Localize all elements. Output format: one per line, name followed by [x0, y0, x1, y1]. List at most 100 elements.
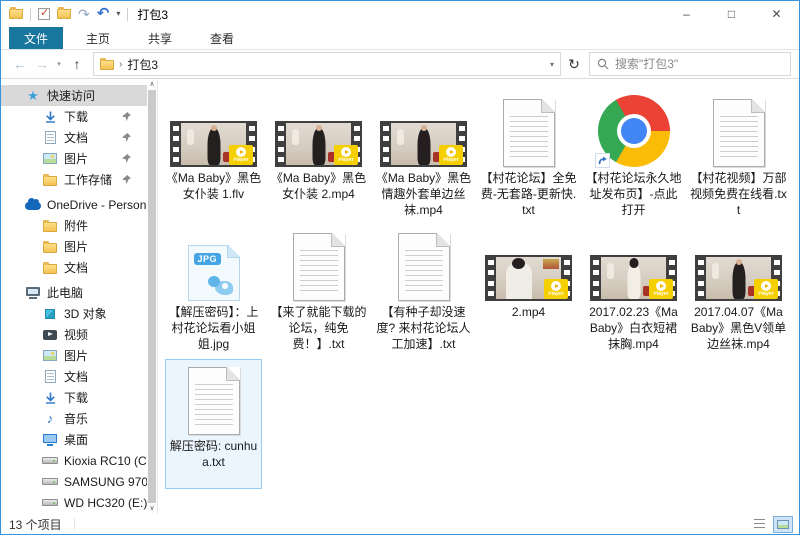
file-name: 2017.02.23《Ma Baby》白衣短裙抹胸.mp4: [585, 304, 682, 352]
title-bar: ↷ ↶ ▾ 打包3 – □ ✕: [1, 1, 799, 27]
sidebar-item-documents[interactable]: 文档: [1, 127, 147, 148]
window-title: 打包3: [137, 6, 168, 23]
sidebar-item-this-pc[interactable]: 此电脑: [1, 282, 147, 303]
pictures-icon: [42, 350, 58, 361]
search-box: [589, 52, 791, 76]
search-icon: [597, 58, 609, 70]
star-icon: ★: [25, 89, 41, 102]
file-item-10[interactable]: Player 2.mp4: [480, 225, 577, 355]
forward-button[interactable]: →: [31, 56, 53, 72]
file-name: 【来了就能下载的论坛，纯免费！】.txt: [270, 304, 367, 352]
file-item-9[interactable]: 【有种子却没速度? 来村花论坛人工加速】.txt: [375, 225, 472, 355]
potplayer-badge: Player: [229, 145, 253, 165]
drive-icon: [42, 499, 58, 506]
potplayer-badge: Player: [334, 145, 358, 165]
tab-file[interactable]: 文件: [9, 27, 63, 49]
sidebar-item-downloads[interactable]: 下载: [1, 106, 147, 127]
tab-view[interactable]: 查看: [195, 27, 249, 49]
sidebar-item-documents-pc[interactable]: 文档: [1, 366, 147, 387]
recent-locations-caret-icon[interactable]: ▾: [53, 60, 65, 68]
sidebar-item-pictures-pc[interactable]: 图片: [1, 345, 147, 366]
folder-icon: [42, 262, 58, 274]
file-item-3[interactable]: Player 《Ma Baby》黑色情趣外套单边丝袜.mp4: [375, 91, 472, 221]
refresh-button[interactable]: ↻: [561, 56, 587, 73]
navigation-bar: ← → ▾ ↑ › 打包3 ▾ ↻: [1, 50, 799, 79]
sidebar-item-pictures-onedrive[interactable]: 图片: [1, 236, 147, 257]
file-item-7[interactable]: JPG 【解压密码】：上村花论坛看小姐姐.jpg: [165, 225, 262, 355]
music-icon: ♪: [42, 412, 58, 425]
status-bar: 13 个项目: [1, 514, 799, 534]
maximize-button[interactable]: □: [709, 1, 754, 27]
video-thumbnail: Player: [590, 255, 677, 301]
address-bar[interactable]: › 打包3 ▾: [93, 52, 561, 76]
sidebar-item-onedrive[interactable]: OneDrive - Personal: [1, 194, 147, 215]
large-icons-view-button[interactable]: [773, 516, 793, 533]
chrome-shortcut-icon: [598, 95, 670, 167]
sidebar-item-pictures[interactable]: 图片: [1, 148, 147, 169]
search-input[interactable]: [615, 57, 783, 71]
sidebar-item-quick-access[interactable]: ★快速访问: [1, 85, 147, 106]
file-item-11[interactable]: Player 2017.02.23《Ma Baby》白衣短裙抹胸.mp4: [585, 225, 682, 355]
sidebar-item-attachments[interactable]: 附件: [1, 215, 147, 236]
file-name: 【有种子却没速度? 来村花论坛人工加速】.txt: [375, 304, 472, 352]
tab-home[interactable]: 主页: [71, 27, 125, 49]
folder-icon: [42, 241, 58, 253]
text-file-icon: [713, 99, 765, 167]
back-button[interactable]: ←: [9, 56, 31, 72]
scrollbar-thumb[interactable]: [148, 90, 156, 503]
sidebar-item-drive-samsung[interactable]: SAMSUNG 970 EVO: [1, 471, 147, 492]
file-item-8[interactable]: 【来了就能下载的论坛，纯免费！】.txt: [270, 225, 367, 355]
file-item-1[interactable]: Player 《Ma Baby》黑色女仆装 1.flv: [165, 91, 262, 221]
pin-icon: [122, 133, 131, 142]
file-item-13-selected[interactable]: 解压密码: cunhua.txt: [165, 359, 262, 489]
video-thumbnail: Player: [485, 255, 572, 301]
potplayer-badge: Player: [754, 279, 778, 299]
file-item-12[interactable]: Player 2017.04.07《Ma Baby》黑色V领单边丝袜.mp4: [690, 225, 787, 355]
separator: [74, 518, 75, 530]
sidebar-item-drive-e[interactable]: WD HC320 (E:): [1, 492, 147, 513]
details-view-button[interactable]: [749, 516, 769, 533]
sidebar-item-drive-c[interactable]: Kioxia RC10 (C:): [1, 450, 147, 471]
sidebar-item-documents-onedrive[interactable]: 文档: [1, 257, 147, 278]
download-arrow-icon: [42, 392, 58, 404]
file-item-6[interactable]: 【村花视频】万部视频免费在线看.txt: [690, 91, 787, 221]
redo-icon[interactable]: ↷: [78, 8, 90, 20]
file-name: 《Ma Baby》黑色情趣外套单边丝袜.mp4: [375, 170, 472, 218]
breadcrumb[interactable]: 打包3: [127, 56, 158, 73]
sidebar-item-downloads-pc[interactable]: 下载: [1, 387, 147, 408]
pin-icon: [122, 154, 131, 163]
ribbon-tab-bar: 文件 主页 共享 查看: [1, 27, 799, 50]
folder-icon: [42, 220, 58, 232]
file-item-2[interactable]: Player 《Ma Baby》黑色女仆装 2.mp4: [270, 91, 367, 221]
close-button[interactable]: ✕: [754, 1, 799, 27]
pin-icon: [122, 175, 131, 184]
breadcrumb-chevron-icon: ›: [119, 59, 122, 70]
separator: [127, 8, 128, 21]
file-item-4[interactable]: 【村花论坛】全免费-无套路-更新快.txt: [480, 91, 577, 221]
address-dropdown-caret-icon[interactable]: ▾: [550, 60, 554, 69]
up-button[interactable]: ↑: [65, 56, 89, 72]
file-item-5[interactable]: 【村花论坛永久地址发布页】-点此打开: [585, 91, 682, 221]
properties-icon[interactable]: [38, 8, 50, 20]
text-file-icon: [293, 233, 345, 301]
jpg-tag: JPG: [194, 253, 222, 265]
undo-icon[interactable]: ↶: [97, 8, 110, 20]
sidebar-item-3d-objects[interactable]: 3D 对象: [1, 303, 147, 324]
sidebar-item-videos[interactable]: 视频: [1, 324, 147, 345]
sidebar-scrollbar[interactable]: ∧ ∨: [147, 79, 157, 514]
sidebar-item-work-storage[interactable]: 工作存储: [1, 169, 147, 190]
scroll-down-icon[interactable]: ∨: [149, 504, 154, 513]
scroll-up-icon[interactable]: ∧: [149, 80, 154, 89]
minimize-button[interactable]: –: [664, 1, 709, 27]
sidebar-item-music[interactable]: ♪音乐: [1, 408, 147, 429]
new-folder-icon[interactable]: [57, 9, 71, 19]
tab-share[interactable]: 共享: [133, 27, 187, 49]
drive-icon: [42, 478, 58, 485]
potplayer-badge: Player: [439, 145, 463, 165]
window-controls: – □ ✕: [664, 1, 799, 27]
pin-icon: [122, 112, 131, 121]
download-arrow-icon: [42, 111, 58, 123]
customize-qat-caret-icon[interactable]: ▾: [116, 10, 120, 18]
sidebar-item-desktop[interactable]: 桌面: [1, 429, 147, 450]
text-file-icon: [503, 99, 555, 167]
